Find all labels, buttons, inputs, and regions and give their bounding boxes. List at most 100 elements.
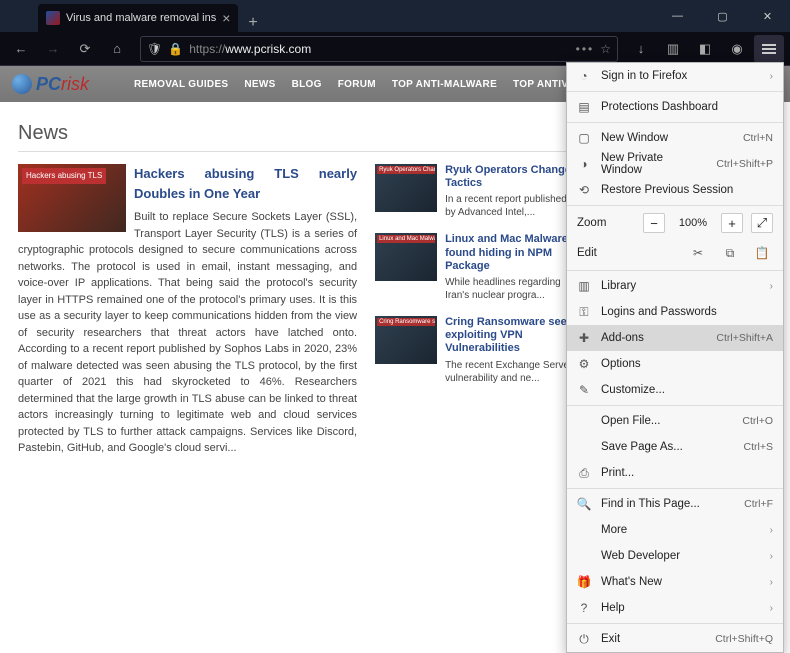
menu-edit: Edit ✂ ⧉ 📋 [567,238,783,268]
menu-signin[interactable]: ◔ Sign in to Firefox › [567,63,783,89]
favicon [46,11,60,25]
menu-new-private[interactable]: ◑ New Private Window Ctrl+Shift+P [567,151,783,177]
menu-more[interactable]: More › [567,517,783,543]
site-logo[interactable]: PCrisk [0,66,120,102]
window-icon: ▢ [577,131,591,145]
titlebar: Virus and malware removal ins × + — ▢ ✕ [0,0,790,32]
browser-tab[interactable]: Virus and malware removal ins × [38,4,238,32]
paint-icon: ✎ [577,383,591,397]
mini-body: The recent Exchange Server vulnerability… [445,359,574,385]
mini-thumb: Linux and Mac Malwa [375,233,437,281]
menu-customize[interactable]: ✎ Customize... [567,377,783,403]
puzzle-icon: ✚ [577,331,591,345]
menu-save-page[interactable]: Save Page As... Ctrl+S [567,434,783,460]
article-thumb[interactable]: Hackers abusing TLS [18,164,126,232]
mini-thumb: Ryuk Operators Chan [375,164,437,212]
chevron-right-icon: › [770,577,773,588]
home-button[interactable]: ⌂ [102,35,132,63]
mini-article[interactable]: Cring Ransomware se Cring Ransomware see… [375,316,574,385]
app-menu-panel: ◔ Sign in to Firefox › ▤ Protections Das… [566,62,784,653]
cut-button[interactable]: ✂ [687,243,709,263]
nav-link[interactable]: NEWS [244,79,275,90]
menu-help[interactable]: ? Help › [567,595,783,621]
mini-thumb: Cring Ransomware se [375,316,437,364]
library-button[interactable]: ▥ [658,35,688,63]
menu-webdev[interactable]: Web Developer › [567,543,783,569]
power-icon: ⏻ [577,632,591,646]
dashboard-icon: ▤ [577,100,591,114]
nav-link[interactable]: FORUM [338,79,376,90]
chevron-right-icon: › [770,525,773,536]
zoom-value[interactable]: 100% [673,217,713,229]
menu-options[interactable]: ⚙ Options [567,351,783,377]
mini-title: Linux and Mac Malware found hiding in NP… [445,233,574,273]
menu-addons[interactable]: ✚ Add-ons Ctrl+Shift+A [567,325,783,351]
chevron-right-icon: › [770,603,773,614]
lock-icon: 🔒 [168,42,183,56]
copy-button[interactable]: ⧉ [719,243,741,263]
mini-body: While headlines regarding Iran's nuclear… [445,276,574,302]
chevron-right-icon: › [770,551,773,562]
menu-print[interactable]: ⎙ Print... [567,460,783,486]
toolbar: ← → ⟳ ⌂ 🛡 🔒 https://www.pcrisk.com ••• ☆… [0,32,790,66]
gear-icon: ⚙ [577,357,591,371]
menu-new-window[interactable]: ▢ New Window Ctrl+N [567,125,783,151]
menu-exit[interactable]: ⏻ Exit Ctrl+Shift+Q [567,626,783,652]
window-controls: — ▢ ✕ [655,0,790,32]
restore-icon: ⟲ [577,183,591,197]
mask-icon: ◑ [577,157,591,171]
mini-body: In a recent report published by Advanced… [445,193,574,219]
new-tab-button[interactable]: + [238,14,267,32]
tab-title: Virus and malware removal ins [66,12,216,24]
menu-zoom: Zoom − 100% + ⤢ [567,208,783,238]
close-window-button[interactable]: ✕ [745,0,790,32]
hamburger-menu-button[interactable] [754,35,784,63]
url-text: https://www.pcrisk.com [189,42,311,56]
chevron-right-icon: › [770,281,773,292]
globe-icon [12,74,32,94]
forward-button[interactable]: → [38,35,68,63]
zoom-out-button[interactable]: − [643,213,665,233]
account-icon: ◔ [577,69,591,83]
page-actions[interactable]: ••• [576,42,595,56]
gift-icon: 🎁 [577,575,591,589]
reload-button[interactable]: ⟳ [70,35,100,63]
menu-whatsnew[interactable]: 🎁 What's New › [567,569,783,595]
main-article: Hackers abusing TLS Hackers abusing TLS … [18,164,357,564]
nav-link[interactable]: TOP ANTI-MALWARE [392,79,497,90]
nav-link[interactable]: BLOG [292,79,322,90]
fullscreen-button[interactable]: ⤢ [751,213,773,233]
url-bar[interactable]: 🛡 🔒 https://www.pcrisk.com ••• ☆ [140,36,618,62]
help-icon: ? [577,601,591,615]
downloads-button[interactable]: ↓ [626,35,656,63]
key-icon: ⚿ [577,305,591,319]
close-tab-icon[interactable]: × [222,10,230,26]
account-button[interactable]: ◉ [722,35,752,63]
minimize-button[interactable]: — [655,0,700,32]
paste-button[interactable]: 📋 [751,243,773,263]
mini-title: Ryuk Operators Change Tactics [445,164,574,190]
article-body: Built to replace Secure Sockets Layer (S… [18,211,357,454]
print-icon: ⎙ [577,466,591,480]
menu-logins[interactable]: ⚿ Logins and Passwords [567,299,783,325]
menu-library[interactable]: ▥ Library › [567,273,783,299]
sidebar-button[interactable]: ◧ [690,35,720,63]
chevron-right-icon: › [770,71,773,82]
menu-protections[interactable]: ▤ Protections Dashboard [567,94,783,120]
shield-icon: 🛡 [147,42,162,56]
nav-link[interactable]: REMOVAL GUIDES [134,79,228,90]
maximize-button[interactable]: ▢ [700,0,745,32]
search-icon: 🔍 [577,497,591,511]
mini-article[interactable]: Ryuk Operators Chan Ryuk Operators Chang… [375,164,574,219]
back-button[interactable]: ← [6,35,36,63]
menu-open-file[interactable]: Open File... Ctrl+O [567,408,783,434]
mini-article[interactable]: Linux and Mac Malwa Linux and Mac Malwar… [375,233,574,302]
menu-find[interactable]: 🔍 Find in This Page... Ctrl+F [567,491,783,517]
bookmark-star-icon[interactable]: ☆ [600,42,611,56]
tab-strip: Virus and malware removal ins × + [0,0,268,32]
menu-restore-session[interactable]: ⟲ Restore Previous Session [567,177,783,203]
zoom-in-button[interactable]: + [721,213,743,233]
mini-articles: Ryuk Operators Chan Ryuk Operators Chang… [375,164,574,564]
library-icon: ▥ [577,279,591,293]
mini-title: Cring Ransomware seen exploiting VPN Vul… [445,316,574,356]
